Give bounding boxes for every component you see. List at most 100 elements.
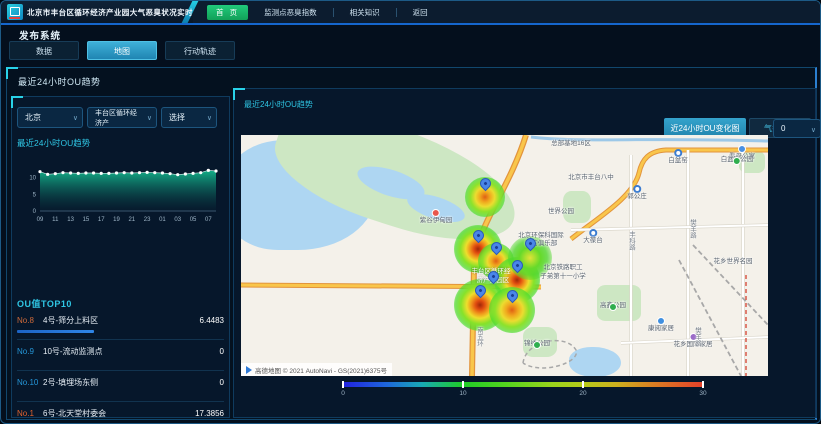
map-label-19: 锦绣公园	[524, 341, 550, 348]
ou-color-legend-bar	[343, 382, 703, 387]
value-bar-track	[17, 330, 224, 333]
tab-2[interactable]: 行动轨迹	[165, 41, 235, 60]
map-label-10: 大葆台	[583, 229, 603, 245]
site-name: 2号-填埋场东侧	[43, 377, 220, 388]
map-label-8: 北京环保科国际	[518, 233, 564, 240]
value-bar-track	[17, 361, 224, 364]
scenic-poi-icon	[432, 209, 440, 217]
top-bar: 北京市丰台区循环经济产业园大气恶臭状况实时 首 页监测点恶臭指数 相关知识 返回	[1, 1, 820, 25]
building-poi-icon	[738, 145, 746, 153]
map-label-21: 丰科路	[627, 231, 634, 251]
legend-tick-label: 30	[699, 390, 706, 397]
map-label-text: 北京市丰台八中	[568, 175, 614, 182]
metro-poi-icon	[633, 185, 641, 193]
svg-text:19: 19	[113, 217, 120, 223]
map-label-23: 南五环	[475, 327, 482, 347]
map-panel-title: 最近24小时OU趋势	[244, 99, 313, 110]
nav-item-2[interactable]: 相关知识	[348, 5, 382, 20]
svg-text:09: 09	[37, 217, 44, 223]
chevron-down-icon: ∨	[207, 114, 212, 122]
map-label-text: 子弟第十一小学	[540, 274, 586, 281]
map-label-2: 白盆窑	[668, 149, 688, 165]
hour-select[interactable]: 0 ∨	[773, 119, 821, 138]
value-bar-track	[17, 392, 224, 395]
metro-poi-icon	[674, 149, 682, 157]
tab-0[interactable]: 数据	[9, 41, 79, 60]
nav-item-0[interactable]: 首 页	[207, 5, 248, 20]
svg-text:13: 13	[67, 217, 74, 223]
rank-label: No.8	[17, 316, 43, 325]
ou-top-list: No.84号-筛分上料区6.4483No.910号-流动监测点0No.102号-…	[17, 309, 224, 424]
map-label-text: 世界公园	[548, 209, 574, 216]
select-park-value: 丰台区循环经济产	[95, 108, 142, 128]
map-canvas[interactable]: 总部基地16区看丹公寓白盆窑白盆窑公园北京市丰台八中郭公庄世界公园紫谷伊甸园北京…	[241, 135, 768, 376]
select-park[interactable]: 丰台区循环经济产 ∨	[87, 107, 157, 128]
ou-trend-area-chart: 0510091113151719212301030507	[16, 149, 222, 238]
legend-marker	[342, 381, 344, 388]
chevron-down-icon: ∨	[73, 114, 78, 122]
map-attribution: 高德地图 © 2021 AutoNavi - GS(2021)6375号	[241, 363, 392, 376]
ou-value: 0	[220, 378, 224, 387]
nav-menu: 首 页监测点恶臭指数 相关知识 返回	[207, 1, 430, 23]
map-label-6: 世界公园	[548, 209, 574, 216]
view-tabs: 数据地图行动轨迹	[9, 41, 235, 60]
top-list-row: No.910号-流动监测点0	[17, 346, 224, 357]
publish-system-label: 发布系统	[19, 28, 61, 42]
svg-text:23: 23	[144, 217, 151, 223]
legend-marker	[702, 381, 704, 388]
trend-chart-title: 最近24小时OU趋势	[17, 137, 90, 149]
rank-label: No.9	[17, 347, 43, 356]
select-site[interactable]: 选择 ∨	[161, 107, 217, 128]
nav-item-1[interactable]: 监测点恶臭指数	[262, 5, 319, 20]
map-label-text: 花乡世界名园	[714, 259, 753, 266]
map-label-5: 郭公庄	[627, 185, 647, 201]
map-label-text: 郭公庄	[627, 194, 647, 201]
legend-tick-label: 10	[459, 390, 466, 397]
map-panel: 最近24小时OU趋势 近24小时OU变化图 气象参数 0 ∨	[233, 88, 817, 418]
select-city[interactable]: 北京 ∨	[17, 107, 83, 128]
map-label-12: 北京铁路职工	[544, 265, 583, 272]
map-label-text: 大葆台	[583, 238, 603, 245]
svg-text:05: 05	[190, 217, 197, 223]
svg-text:17: 17	[98, 217, 105, 223]
value-bar	[17, 330, 94, 333]
chevron-down-icon: ∨	[147, 114, 152, 122]
map-label-4: 北京市丰台八中	[568, 175, 614, 182]
select-site-value: 选择	[169, 112, 185, 123]
metro-poi-icon	[589, 229, 597, 237]
legend-tick-label: 20	[579, 390, 586, 397]
map-label-text: 丰科路	[627, 231, 634, 251]
svg-text:0: 0	[33, 209, 37, 215]
map-label-text: 樊羊路	[693, 327, 700, 347]
park-poi-icon	[533, 341, 541, 349]
filter-selects: 北京 ∨ 丰台区循环经济产 ∨ 选择 ∨	[17, 107, 217, 128]
svg-text:15: 15	[83, 217, 90, 223]
nav-separator	[396, 8, 397, 17]
rank-label: No.1	[17, 409, 43, 418]
left-panel: 北京∨丰台区循环经济产∨选择∨ 最近24小时OU趋势 0510091113151…	[11, 96, 230, 418]
top-list-item-0[interactable]: No.84号-筛分上料区6.4483	[17, 309, 224, 340]
app-logo-icon	[7, 4, 23, 20]
mall-poi-icon	[657, 317, 665, 325]
map-label-text: 白盆窑	[668, 158, 688, 165]
nav-item-3[interactable]: 返回	[411, 5, 430, 20]
map-attribution-text: 高德地图 © 2021 AutoNavi - GS(2021)6375号	[255, 365, 387, 375]
amap-logo-icon	[246, 366, 252, 374]
svg-text:5: 5	[33, 192, 37, 198]
map-label-text: 樊羊路	[688, 219, 695, 239]
ou-value: 6.4483	[200, 316, 224, 325]
map-label-text: 康阅家居	[648, 326, 674, 333]
top-list-item-2[interactable]: No.102号-填埋场东侧0	[17, 371, 224, 402]
svg-text:11: 11	[52, 217, 59, 223]
map-label-13: 子弟第十一小学	[540, 274, 586, 281]
map-label-text: 北京环保科国际	[518, 233, 564, 240]
top-list-item-1[interactable]: No.910号-流动监测点0	[17, 340, 224, 371]
top-list-item-3[interactable]: No.16号-北天堂村委会17.3856	[17, 402, 224, 424]
app-title: 北京市丰台区循环经济产业园大气恶臭状况实时	[27, 7, 193, 18]
tab-1[interactable]: 地图	[87, 41, 157, 60]
map-label-11: 花乡世界名园	[714, 259, 753, 266]
map-label-text: 北京铁路职工	[544, 265, 583, 272]
map-label-17: 康阅家居	[648, 317, 674, 333]
park-poi-icon	[609, 303, 617, 311]
select-city-value: 北京	[25, 112, 41, 123]
